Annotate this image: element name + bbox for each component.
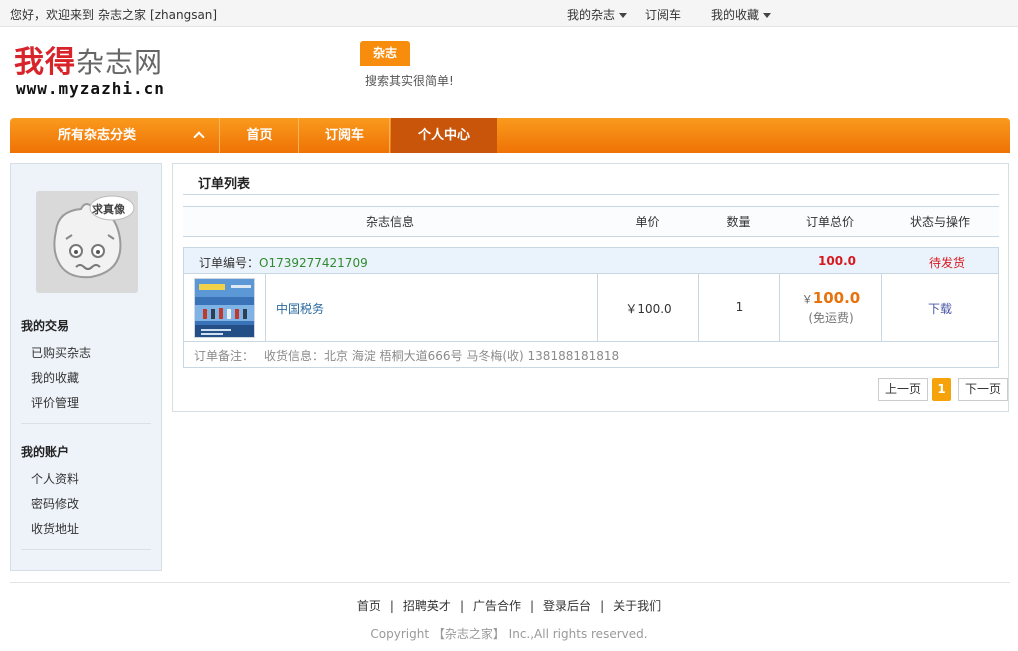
sidebar-title-account: 我的账户 [21, 445, 70, 459]
top-nav-favorites-label: 我的收藏 [711, 8, 760, 22]
top-nav-cart[interactable]: 订阅车 [645, 6, 681, 23]
order-total-amount: 100.0 [812, 289, 861, 307]
prev-page-button[interactable]: 上一页 [878, 378, 929, 401]
copyright: Copyright 【杂志之家】 Inc.,All rights reserve… [370, 627, 648, 641]
top-nav-my-magazines[interactable]: 我的杂志 [567, 6, 628, 23]
sidebar-item-profile[interactable]: 个人资料 [31, 470, 79, 487]
table-row: 中国税务 ￥100.0 1 ￥100.0 (免运费) 下载 [184, 274, 998, 342]
main-nav: 所有杂志分类 首页 订阅车 个人中心 [10, 118, 1010, 153]
sidebar-title-trade: 我的交易 [21, 319, 70, 333]
col-status-actions: 状态与操作 [909, 215, 970, 229]
footer-link-ads[interactable]: 广告合作 [473, 599, 521, 613]
order-header: 订单编号：O1739277421709 100.0 待发货 [184, 248, 998, 274]
order-remark: 订单备注： 收货信息：北京 海淀 梧桐大道666号 马冬梅(收) 13818818… [194, 347, 629, 364]
order-card: 订单编号：O1739277421709 100.0 待发货 中国税务 ￥100.… [183, 247, 999, 368]
logo-text-1: 我得 [14, 45, 76, 80]
title-divider [183, 194, 999, 195]
order-total-head: 100.0 [818, 254, 856, 268]
nav-user-center-label: 个人中心 [417, 128, 470, 143]
avatar: 求真像 [36, 191, 138, 293]
order-total: ￥100.0 (免运费) [780, 289, 882, 326]
top-nav-cart-label: 订阅车 [645, 8, 682, 22]
order-number: 订单编号：O1739277421709 [199, 254, 368, 271]
receiver-info: 收货信息：北京 海淀 梧桐大道666号 马冬梅(收) 138188181818 [264, 349, 620, 363]
sidebar: 求真像 我的交易 已购买杂志 我的收藏 评价管理 我的账户 个人资料 密码修改 … [10, 163, 162, 571]
footer-link-admin[interactable]: 登录后台 [543, 599, 591, 613]
col-magazine-info: 杂志信息 [365, 215, 414, 229]
current-page[interactable]: 1 [932, 378, 951, 401]
top-bar: 您好，欢迎来到 杂志之家 [zhangsan] 我的杂志 订阅车 我的收藏 [0, 0, 1018, 27]
footer-divider [10, 582, 1010, 583]
site-name: 杂志之家 [98, 8, 147, 22]
col-order-total: 订单总价 [805, 215, 854, 229]
sidebar-item-purchased[interactable]: 已购买杂志 [31, 344, 91, 361]
footer-link-jobs[interactable]: 招聘英才 [403, 599, 451, 613]
magazine-name-link[interactable]: 中国税务 [276, 300, 324, 317]
magazine-cover[interactable] [194, 278, 255, 338]
footer-separator: | [459, 599, 464, 613]
nav-home-label: 首页 [246, 128, 273, 143]
currency-symbol: ￥ [801, 293, 813, 306]
footer-separator: | [600, 599, 605, 613]
sidebar-item-password[interactable]: 密码修改 [31, 495, 79, 512]
page-title: 订单列表 [198, 177, 251, 192]
footer-links: 首页 | 招聘英才 | 广告合作 | 登录后台 | 关于我们 [0, 597, 1018, 614]
sidebar-divider [21, 423, 151, 424]
unit-price: ￥100.0 [625, 302, 672, 316]
username: [zhangsan] [150, 8, 218, 22]
order-number-value: O1739277421709 [259, 256, 368, 270]
footer-separator: | [530, 599, 535, 613]
site-logo[interactable]: 我得杂志网 www.myzazhi.cn [14, 46, 194, 101]
footer-separator: | [389, 599, 394, 613]
sidebar-item-address[interactable]: 收货地址 [31, 520, 79, 537]
search-hint: 搜索其实很简单! [365, 74, 454, 88]
shipping-note: (免运费) [808, 311, 854, 325]
nav-user-center[interactable]: 个人中心 [391, 118, 497, 153]
nav-home[interactable]: 首页 [221, 118, 299, 153]
footer-link-home[interactable]: 首页 [357, 599, 381, 613]
top-nav-favorites[interactable]: 我的收藏 [711, 6, 772, 23]
col-quantity: 数量 [726, 215, 751, 229]
search-tab-magazine[interactable]: 杂志 [360, 41, 410, 66]
download-link[interactable]: 下载 [882, 300, 998, 317]
all-categories-label: 所有杂志分类 [58, 128, 137, 143]
nav-cart-label: 订阅车 [324, 128, 364, 143]
cell-divider [265, 274, 266, 342]
top-nav-my-magazines-label: 我的杂志 [567, 8, 616, 22]
remark-label: 订单备注： [194, 349, 255, 363]
all-categories-button[interactable]: 所有杂志分类 [10, 118, 220, 153]
order-list-panel: 订单列表 杂志信息 单价 数量 订单总价 状态与操作 订单编号：O1739277… [172, 163, 1009, 412]
order-number-label: 订单编号： [199, 256, 260, 270]
chevron-down-icon [763, 13, 772, 18]
logo-text-2: 杂志网 [76, 46, 164, 79]
avatar-bubble-text: 求真像 [92, 203, 125, 216]
chevron-up-icon [193, 131, 205, 143]
sidebar-divider [21, 549, 151, 550]
quantity: 1 [735, 300, 744, 314]
sidebar-item-favorites[interactable]: 我的收藏 [31, 369, 79, 386]
logo-url: www.myzazhi.cn [16, 79, 165, 98]
magazine-cover-image [195, 279, 254, 337]
col-unit-price: 单价 [635, 215, 660, 229]
order-status: 待发货 [928, 256, 965, 270]
nav-cart[interactable]: 订阅车 [300, 118, 390, 153]
greeting: 您好，欢迎来到 [10, 8, 95, 22]
footer-link-about[interactable]: 关于我们 [613, 599, 661, 613]
welcome-text: 您好，欢迎来到 杂志之家 [zhangsan] [10, 6, 221, 23]
next-page-button[interactable]: 下一页 [958, 378, 1008, 401]
table-header: 杂志信息 单价 数量 订单总价 状态与操作 [183, 206, 999, 237]
sidebar-item-reviews[interactable]: 评价管理 [31, 394, 79, 411]
chevron-down-icon [619, 13, 628, 18]
